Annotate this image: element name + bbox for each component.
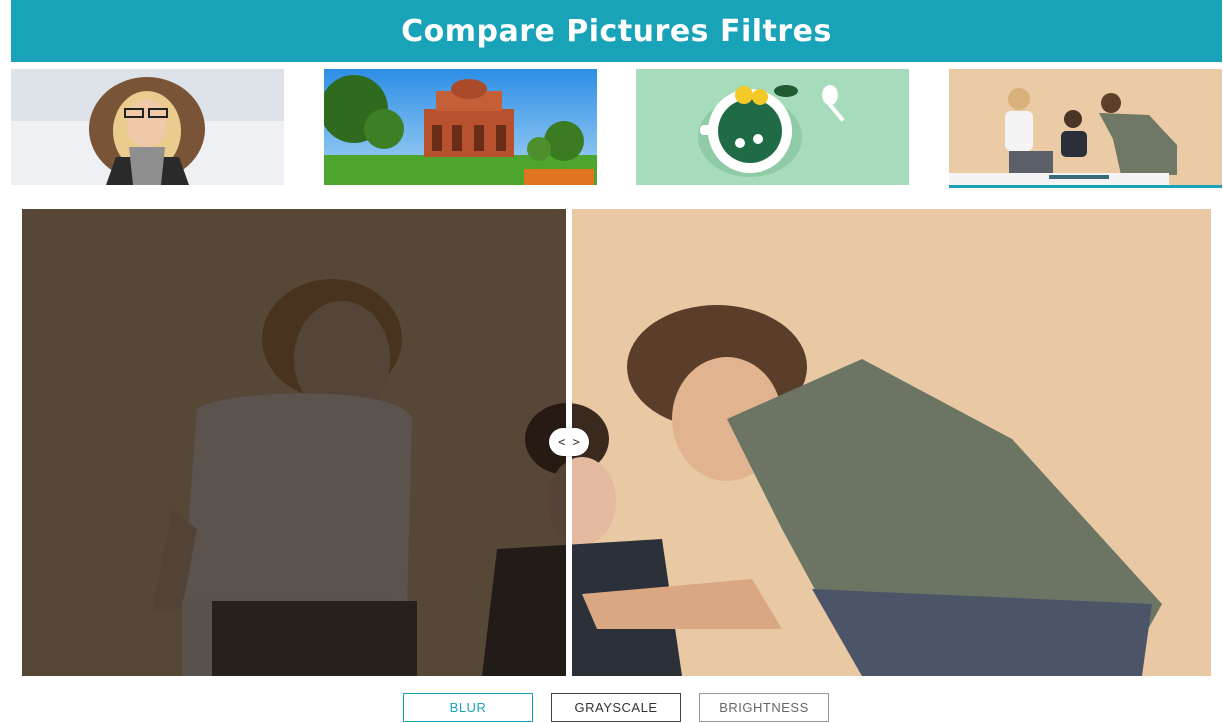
image-comparison-viewer[interactable]: < > (22, 209, 1211, 676)
page-title: Compare Pictures Filtres (401, 13, 832, 49)
blur-filter-button[interactable]: BLUR (403, 693, 533, 722)
thumbnail-team-working-at-laptop[interactable] (949, 69, 1222, 188)
thumbnail-woman-in-fur-hood[interactable] (11, 69, 284, 185)
arrows-left-right-icon[interactable]: < > (549, 428, 589, 456)
filter-button-bar: BLUR GRAYSCALE BRIGHTNESS (0, 693, 1223, 723)
grayscale-filter-button[interactable]: GRAYSCALE (551, 693, 681, 722)
thumbnail-tea-cup-illustration[interactable] (636, 69, 909, 185)
thumbnail-red-stone-monument[interactable] (324, 69, 597, 185)
brightness-filter-button[interactable]: BRIGHTNESS (699, 693, 829, 722)
app-header: Compare Pictures Filtres (11, 0, 1222, 62)
